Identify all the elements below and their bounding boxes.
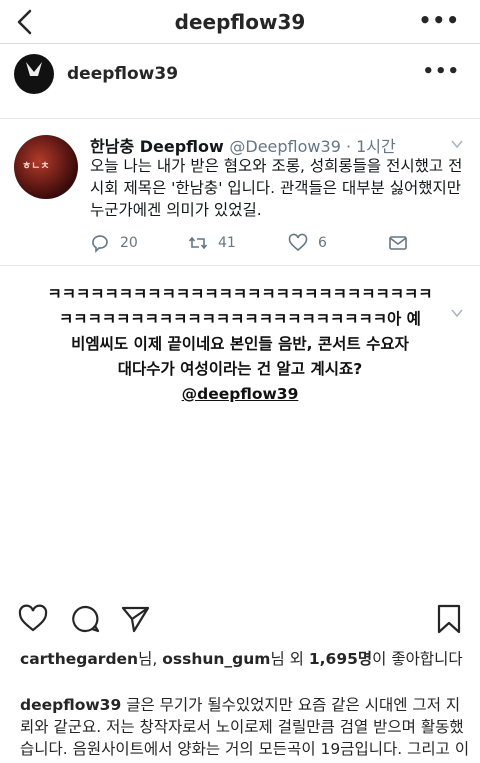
chevron-down-icon	[451, 309, 463, 318]
tweet-message	[388, 233, 408, 253]
tweet-actions: 20 41 6	[90, 233, 420, 253]
envelope-icon	[389, 236, 407, 250]
comment-line-1: ㅋㅋㅋㅋㅋㅋㅋㅋㅋㅋㅋㅋㅋㅋㅋㅋㅋㅋㅋㅋㅋㅋㅋㅋㅋㅋㅋ	[47, 285, 433, 303]
comment-line-4: 대다수가 여성이라는 건 알고 계시죠?	[117, 360, 363, 378]
comment-mention: @deepflow39	[181, 385, 299, 403]
more-options-icon[interactable]: •••	[419, 8, 460, 32]
retweet-icon	[188, 236, 208, 250]
tweet-handle-time: @Deepflow39 · 1시간	[229, 137, 396, 156]
post-action-bar	[0, 598, 480, 644]
liker-2[interactable]: osshun_gum	[162, 650, 270, 668]
likes-summary: carthegarden님, osshun_gum님 외 1,695명이 좋아합…	[20, 648, 470, 670]
likes-sep-1: 님,	[138, 650, 158, 668]
likes-count[interactable]: 1,695명	[309, 650, 372, 668]
post-caption: deepflow39 글은 무기가 될수있었지만 요즘 같은 시대엔 그저 지뢰…	[20, 694, 470, 763]
tweet-author: 한남충 Deepflow @Deepflow39 · 1시간	[90, 133, 396, 157]
comment-line-3: 비엠씨도 이제 끝이네요 본인들 음반, 콘서트 수요자	[71, 335, 409, 353]
comment-line-2: ㅋㅋㅋㅋㅋㅋㅋㅋㅋㅋㅋㅋㅋㅋㅋㅋㅋㅋㅋㅋㅋㅋㅋ아 예	[59, 310, 421, 328]
image-comment-text: ㅋㅋㅋㅋㅋㅋㅋㅋㅋㅋㅋㅋㅋㅋㅋㅋㅋㅋㅋㅋㅋㅋㅋㅋㅋㅋㅋ ㅋㅋㅋㅋㅋㅋㅋㅋㅋㅋㅋㅋ…	[0, 282, 480, 407]
post-image[interactable]: ㅎㄴㅊ 한남충 Deepflow @Deepflow39 · 1시간 오늘 나는…	[0, 106, 480, 598]
like-heart-icon[interactable]	[18, 604, 48, 634]
avatar-graphic-icon	[26, 62, 42, 76]
avatar[interactable]	[14, 54, 54, 94]
tweet-avatar: ㅎㄴㅊ	[14, 135, 78, 199]
tweet-reply: 20	[90, 233, 138, 253]
top-nav-bar: deepflow39 •••	[0, 0, 480, 44]
chevron-down-icon	[451, 140, 463, 149]
embedded-tweet: ㅎㄴㅊ 한남충 Deepflow @Deepflow39 · 1시간 오늘 나는…	[0, 118, 480, 266]
tweet-body: 오늘 나는 내가 받은 혐오와 조롱, 성희롱들을 전시했고 전시회 제목은 '…	[90, 157, 463, 219]
likes-tail: 이 좋아합니다	[372, 650, 463, 668]
post-username[interactable]: deepflow39	[67, 64, 178, 84]
post-header: deepflow39 •••	[0, 44, 480, 106]
heart-icon	[288, 233, 308, 252]
liker-1[interactable]: carthegarden	[20, 650, 138, 668]
tweet-avatar-text: ㅎㄴㅊ	[22, 161, 50, 172]
tweet-display-name: 한남충 Deepflow	[90, 137, 224, 156]
post-more-options-icon[interactable]: •••	[422, 61, 460, 82]
reply-icon	[92, 235, 108, 253]
tweet-retweet: 41	[188, 233, 236, 253]
share-paper-plane-icon[interactable]	[120, 604, 150, 634]
bookmark-icon[interactable]	[436, 604, 462, 634]
page-title: deepflow39	[174, 10, 306, 34]
tweet-like: 6	[288, 233, 327, 253]
reply-count: 20	[120, 235, 138, 251]
retweet-count: 41	[218, 235, 236, 251]
comment-bubble-icon[interactable]	[70, 604, 100, 634]
like-count: 6	[318, 235, 327, 251]
caption-username[interactable]: deepflow39	[20, 696, 121, 714]
likes-mid: 님 외	[270, 650, 304, 668]
